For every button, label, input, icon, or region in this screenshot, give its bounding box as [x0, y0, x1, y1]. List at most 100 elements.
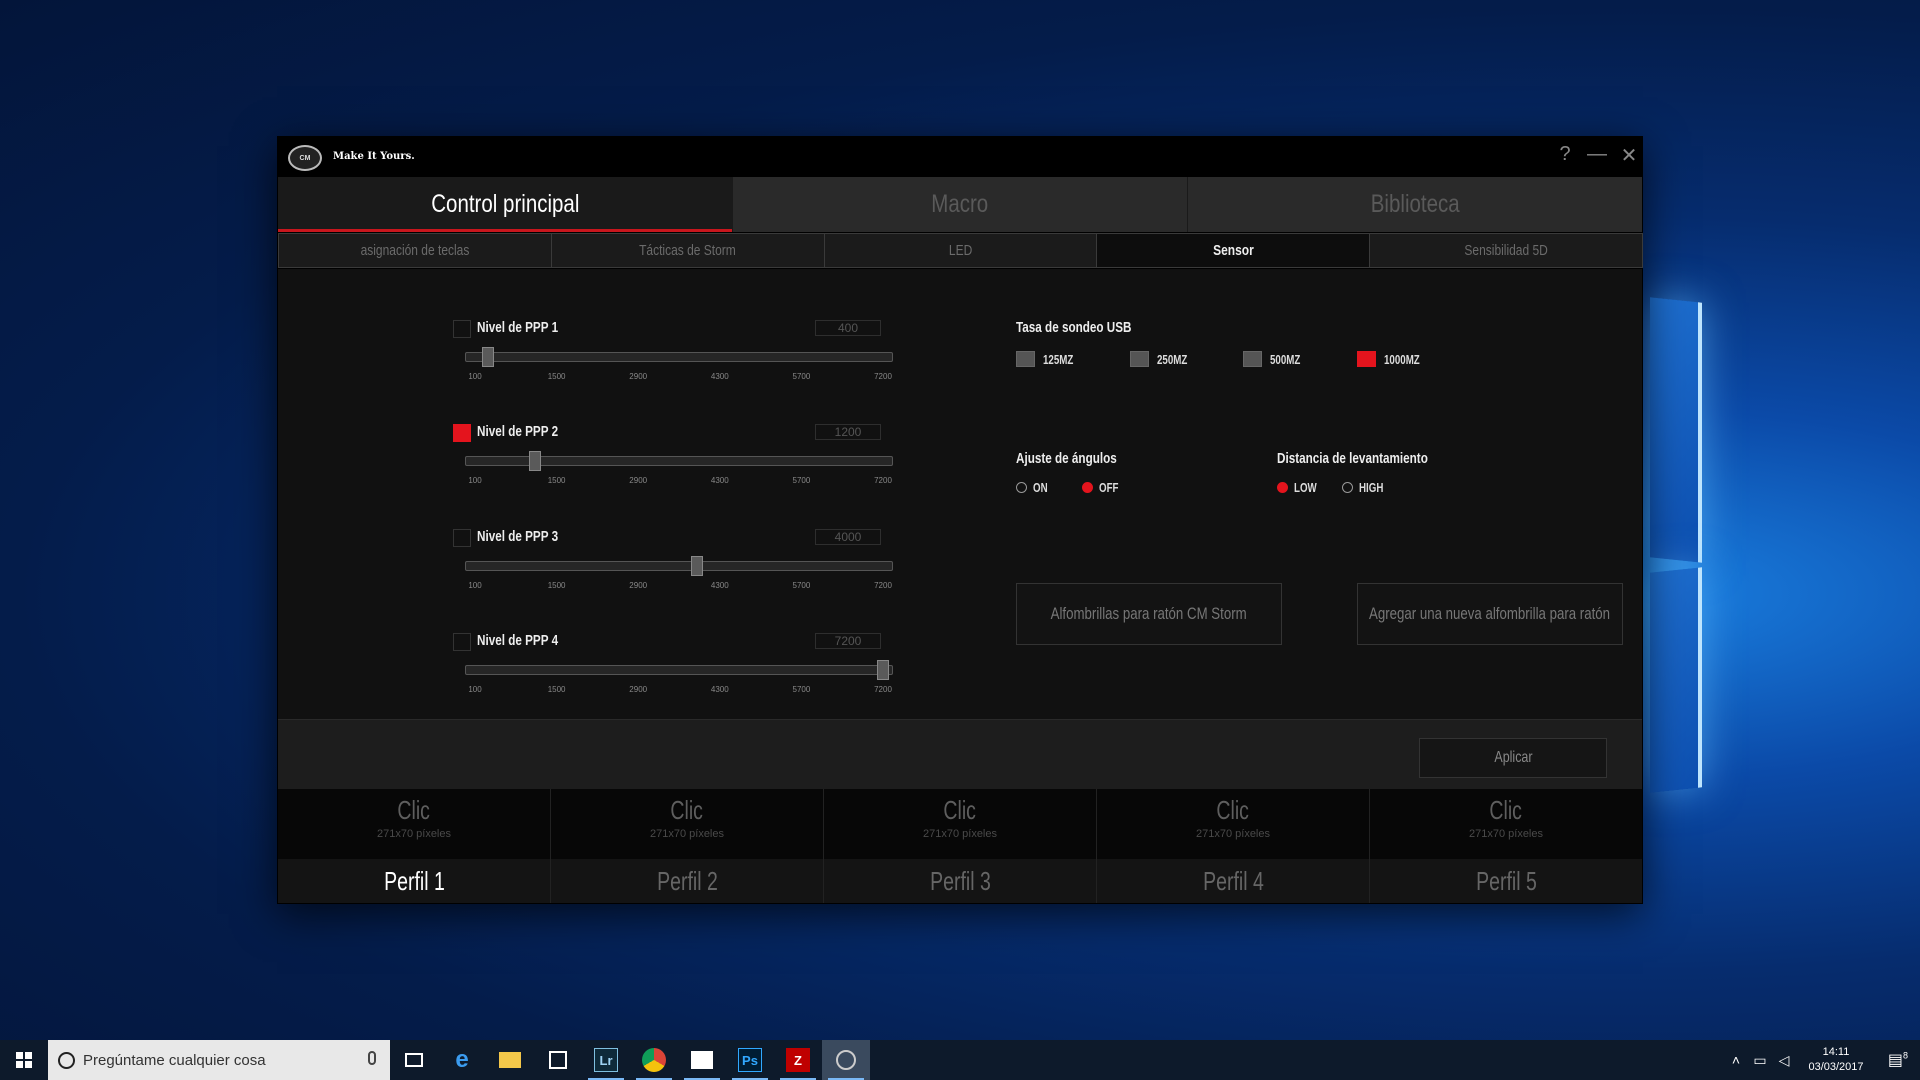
- windows-logo-icon: [16, 1052, 32, 1068]
- dpi-slider-track[interactable]: [465, 665, 893, 675]
- profile-3[interactable]: Clic 271x70 píxeles Perfil 3: [824, 789, 1097, 903]
- slogan: Make It Yours.: [333, 151, 415, 162]
- profile-5[interactable]: Clic 271x70 píxeles Perfil 5: [1370, 789, 1642, 903]
- dpi-value-field[interactable]: 400: [815, 320, 881, 336]
- filezilla-button[interactable]: Z: [774, 1040, 822, 1080]
- cooler-master-taskbar-button[interactable]: [822, 1040, 870, 1080]
- dpi-slider-handle[interactable]: [482, 347, 495, 367]
- usb-option-125[interactable]: 125MZ: [1016, 351, 1083, 367]
- edge-icon: e: [455, 1046, 469, 1073]
- dpi-tick-label: 7200: [874, 476, 892, 485]
- tab-biblioteca[interactable]: Biblioteca: [1188, 177, 1642, 232]
- notification-icon: ▤: [1887, 1052, 1904, 1069]
- photoshop-button[interactable]: Ps: [726, 1040, 774, 1080]
- lift-option-high[interactable]: HIGH: [1342, 480, 1392, 495]
- option-label: 125MZ: [1043, 351, 1074, 367]
- option-box[interactable]: [1357, 351, 1376, 367]
- subtab-sensitivity-5d[interactable]: Sensibilidad 5D: [1369, 233, 1643, 268]
- chrome-button[interactable]: [630, 1040, 678, 1080]
- dpi-tick-label: 2900: [629, 372, 648, 381]
- tab-control-principal[interactable]: Control principal: [278, 177, 733, 232]
- radio-button[interactable]: [1082, 482, 1093, 493]
- dpi-slider-track[interactable]: [465, 352, 893, 362]
- clock[interactable]: 14:11 03/03/2017: [1796, 1045, 1876, 1075]
- profile-bar: Clic 271x70 píxeles Perfil 1 Clic 271x70 pí…: [278, 789, 1642, 903]
- lift-option-low[interactable]: LOW: [1277, 480, 1324, 495]
- usb-option-1000[interactable]: 1000MZ: [1357, 351, 1432, 367]
- profile-1[interactable]: Clic 271x70 píxeles Perfil 1: [278, 789, 551, 903]
- profile-image-placeholder[interactable]: Clic: [1490, 795, 1523, 826]
- dpi-level-checkbox[interactable]: [453, 529, 471, 547]
- radio-button[interactable]: [1277, 482, 1288, 493]
- option-box[interactable]: [1130, 351, 1149, 367]
- subtab-key-assignment[interactable]: asignación de teclas: [278, 233, 552, 268]
- apply-button[interactable]: Aplicar: [1419, 738, 1607, 778]
- dpi-value-field[interactable]: 1200: [815, 424, 881, 440]
- dpi-value-field[interactable]: 4000: [815, 529, 881, 545]
- dpi-tick-label: 1500: [547, 372, 566, 381]
- subtab-storm-tactics[interactable]: Tácticas de Storm: [550, 233, 825, 268]
- help-button[interactable]: ?: [1550, 143, 1580, 166]
- tab-macro[interactable]: Macro: [733, 177, 1188, 232]
- profile-image-placeholder[interactable]: Clic: [398, 795, 431, 826]
- edge-button[interactable]: e: [438, 1040, 486, 1080]
- volume-icon[interactable]: ◁: [1772, 1052, 1796, 1069]
- dpi-slider-ticks: 100 1500 2900 4300 5700 7200: [465, 476, 893, 488]
- option-box[interactable]: [1016, 351, 1035, 367]
- taskbar: Pregúntame cualquier cosa e Lr Ps Z ˄ ▭ …: [0, 1040, 1920, 1080]
- profile-image-placeholder[interactable]: Clic: [1217, 795, 1250, 826]
- dpi-value-field[interactable]: 7200: [815, 633, 881, 649]
- microphone-icon[interactable]: [368, 1051, 376, 1065]
- profile-4[interactable]: Clic 271x70 píxeles Perfil 4: [1097, 789, 1370, 903]
- mousepads-button[interactable]: Alfombrillas para ratón CM Storm: [1016, 583, 1282, 645]
- minimize-button[interactable]: —: [1582, 143, 1612, 166]
- chevron-up-icon[interactable]: ˄: [1724, 1052, 1748, 1068]
- subtab-led[interactable]: LED: [823, 233, 1098, 268]
- option-box[interactable]: [1243, 351, 1262, 367]
- network-icon[interactable]: ▭: [1748, 1052, 1772, 1069]
- dpi-tick-label: 4300: [710, 581, 729, 590]
- dpi-slider-track[interactable]: [465, 561, 893, 571]
- angle-option-on[interactable]: ON: [1016, 480, 1053, 495]
- angle-option-off[interactable]: OFF: [1082, 480, 1125, 495]
- footer-bar: Aplicar: [278, 719, 1642, 789]
- lightroom-button[interactable]: Lr: [582, 1040, 630, 1080]
- dpi-tick-label: 4300: [710, 685, 729, 694]
- profile-name: Perfil 5: [1475, 865, 1537, 896]
- angle-snapping-label: Ajuste de ángulos: [1016, 450, 1117, 467]
- close-button[interactable]: ✕: [1614, 143, 1644, 168]
- dpi-slider-handle[interactable]: [691, 556, 704, 576]
- dpi-level-checkbox[interactable]: [453, 320, 471, 338]
- radio-button[interactable]: [1342, 482, 1353, 493]
- dpi-tick-label: 4300: [710, 372, 729, 381]
- dpi-level-checkbox[interactable]: [453, 424, 471, 442]
- subtab-label: LED: [948, 242, 973, 259]
- dpi-slider-handle[interactable]: [877, 660, 889, 680]
- store-button[interactable]: [534, 1040, 582, 1080]
- radio-button[interactable]: [1016, 482, 1027, 493]
- profile-image-size: 271x70 píxeles: [923, 828, 997, 840]
- cooler-master-icon: [836, 1050, 856, 1070]
- clock-time: 14:11: [1822, 1046, 1850, 1058]
- button-label: Aplicar: [1493, 749, 1533, 766]
- photos-button[interactable]: [678, 1040, 726, 1080]
- subtab-sensor[interactable]: Sensor: [1096, 233, 1371, 268]
- profile-image-placeholder[interactable]: Clic: [944, 795, 977, 826]
- profile-image-size: 271x70 píxeles: [377, 828, 451, 840]
- add-mousepad-button[interactable]: Agregar una nueva alfombrilla para ratón: [1357, 583, 1623, 645]
- file-explorer-button[interactable]: [486, 1040, 534, 1080]
- dpi-slider-handle[interactable]: [528, 451, 541, 471]
- option-label: ON: [1033, 480, 1048, 495]
- dpi-level-checkbox[interactable]: [453, 633, 471, 651]
- usb-option-500[interactable]: 500MZ: [1243, 351, 1310, 367]
- dpi-tick-label: 5700: [792, 685, 811, 694]
- usb-option-250[interactable]: 250MZ: [1130, 351, 1197, 367]
- task-view-button[interactable]: [390, 1040, 438, 1080]
- dpi-tick-label: 5700: [792, 476, 811, 485]
- profile-2[interactable]: Clic 271x70 píxeles Perfil 2: [551, 789, 824, 903]
- desktop-light-pane: [1650, 567, 1702, 793]
- cortana-search-box[interactable]: Pregúntame cualquier cosa: [48, 1040, 390, 1080]
- profile-image-placeholder[interactable]: Clic: [671, 795, 704, 826]
- start-button[interactable]: [0, 1040, 48, 1080]
- notification-center-button[interactable]: ▤8: [1876, 1050, 1920, 1070]
